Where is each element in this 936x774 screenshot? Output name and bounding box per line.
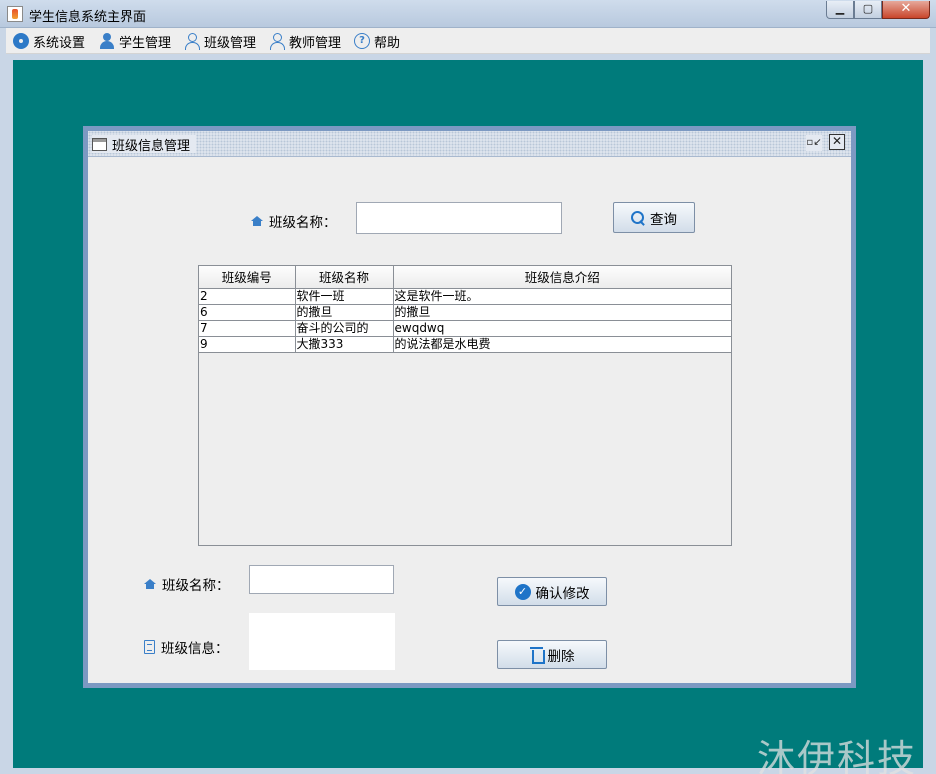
table-row[interactable]: 2 软件一班 这是软件一班。	[199, 288, 731, 305]
column-header[interactable]: 班级编号	[199, 266, 296, 289]
menu-help[interactable]: ? 帮助	[354, 32, 401, 51]
restore-icon[interactable]: ▫↙	[806, 135, 822, 151]
delete-button[interactable]: 删除	[497, 640, 607, 669]
search-button-label: 查询	[650, 211, 677, 228]
table-cell: 7	[199, 320, 296, 337]
window-title: 学生信息系统主界面	[29, 10, 147, 25]
close-button[interactable]: ✕	[882, 1, 930, 19]
menu-system-settings[interactable]: 系统设置	[13, 32, 86, 51]
frame-title: 班级信息管理	[112, 138, 191, 154]
table-row[interactable]: 7 奋斗的公司的 ewqdwq	[199, 320, 731, 337]
frame-title-group: 班级信息管理	[92, 135, 197, 154]
frame-close-button[interactable]: ✕	[829, 134, 845, 150]
table-cell: 的撒旦	[393, 304, 731, 321]
menu-student-management[interactable]: 学生管理	[99, 32, 172, 51]
table-cell: 的撒旦	[295, 304, 394, 321]
confirm-edit-button[interactable]: ✓ 确认修改	[497, 577, 607, 606]
edit-name-label-group: 班级名称：	[144, 574, 230, 594]
search-button[interactable]: 查询	[613, 202, 695, 233]
table-row[interactable]: 6 的撒旦 的撒旦	[199, 304, 731, 321]
menu-teacher-management[interactable]: 教师管理	[269, 32, 342, 51]
menu-label: 教师管理	[289, 35, 342, 51]
maximize-button[interactable]: ▢	[854, 1, 882, 19]
check-circle-icon: ✓	[514, 583, 531, 600]
table-cell: 软件一班	[295, 288, 394, 305]
column-header[interactable]: 班级名称	[295, 266, 394, 289]
menu-class-management[interactable]: 班级管理	[184, 32, 257, 51]
frame-titlebar[interactable]: 班级信息管理 ▫↙ ✕	[88, 131, 851, 157]
table-cell: ewqdwq	[393, 320, 731, 337]
menu-bar: 系统设置 学生管理 班级管理 教师管理 ? 帮助	[6, 28, 930, 54]
menu-label: 帮助	[374, 35, 401, 51]
edit-info-label-group: 班级信息：	[144, 637, 229, 657]
menu-label: 学生管理	[119, 35, 172, 51]
gear-icon	[13, 33, 29, 49]
search-input[interactable]	[356, 202, 562, 234]
menu-label: 系统设置	[33, 35, 86, 51]
window-titlebar: 学生信息系统主界面 ▁ ▢ ✕	[0, 0, 936, 28]
table-cell: 奋斗的公司的	[295, 320, 394, 337]
edit-name-label: 班级名称：	[162, 578, 230, 594]
document-icon	[144, 640, 155, 654]
table-header-row: 班级编号 班级名称 班级信息介绍	[199, 266, 731, 289]
minimize-button[interactable]: ▁	[826, 1, 854, 19]
class-table-scroll[interactable]: 班级编号 班级名称 班级信息介绍 2 软件一班 这是软件一班。 6 的撒旦 的撒…	[198, 265, 732, 546]
edit-info-label: 班级信息：	[161, 641, 229, 657]
search-icon	[631, 210, 645, 225]
class-management-frame: 班级信息管理 ▫↙ ✕ 班级名称： 查询 班级编号 班级名称 班级信息介绍 2	[83, 126, 856, 688]
class-table: 班级编号 班级名称 班级信息介绍 2 软件一班 这是软件一班。 6 的撒旦 的撒…	[199, 266, 731, 353]
window-icon	[92, 137, 107, 151]
table-cell: 2	[199, 288, 296, 305]
watermark-text: 沐伊科技	[757, 737, 918, 774]
class-name-input[interactable]	[249, 565, 394, 594]
java-app-icon	[7, 6, 23, 22]
class-info-textarea[interactable]	[249, 613, 395, 670]
menu-label: 班级管理	[204, 35, 257, 51]
trash-icon	[529, 647, 545, 664]
table-cell: 大撒333	[295, 336, 394, 353]
table-cell: 6	[199, 304, 296, 321]
table-cell: 的说法都是水电费	[393, 336, 731, 353]
table-cell: 这是软件一班。	[393, 288, 731, 305]
home-icon	[144, 579, 156, 589]
home-icon	[251, 216, 263, 226]
table-cell: 9	[199, 336, 296, 353]
help-icon: ?	[354, 33, 370, 49]
column-header[interactable]: 班级信息介绍	[393, 266, 731, 289]
search-label: 班级名称：	[269, 215, 337, 231]
delete-button-label: 删除	[547, 648, 575, 665]
student-icon	[99, 33, 115, 49]
teacher-icon	[269, 33, 285, 50]
search-label-group: 班级名称：	[251, 211, 337, 231]
users-icon	[184, 33, 200, 50]
confirm-button-label: 确认修改	[535, 585, 590, 602]
table-row[interactable]: 9 大撒333 的说法都是水电费	[199, 336, 731, 353]
